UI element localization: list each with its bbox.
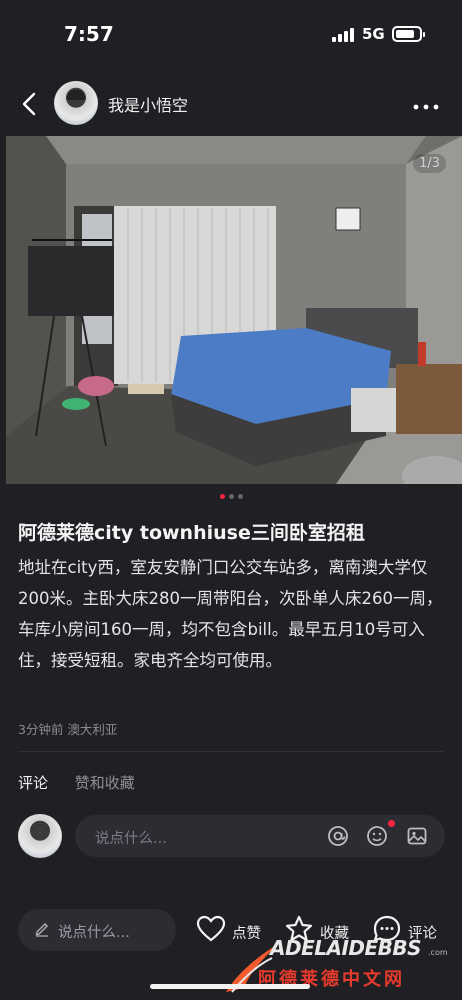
comment-tabs: 评论 赞和收藏 (18, 772, 157, 793)
post-body: 地址在city西，室友安静门口公交车站多，离南澳大学仅200米。主卧大床280一… (18, 558, 443, 670)
tab-comments[interactable]: 评论 (18, 772, 48, 793)
bottom-comment-input[interactable]: 说点什么... (18, 909, 176, 951)
watermark-brand: ADELAIDEBBS (270, 936, 422, 960)
status-time: 7:57 (64, 22, 114, 46)
notification-dot (388, 820, 395, 827)
post-header: 我是小悟空 (0, 78, 462, 130)
emoji-icon[interactable] (366, 825, 388, 847)
chevron-left-icon (22, 92, 36, 116)
cellular-signal-icon (332, 28, 354, 42)
image-counter: 1/3 (413, 154, 446, 173)
home-indicator (150, 984, 310, 989)
bedroom-photo (6, 136, 462, 484)
post-meta: 3分钟前 澳大利亚 (18, 722, 118, 737)
image-icon[interactable] (406, 825, 428, 847)
bottom-input-placeholder: 说点什么... (58, 925, 130, 941)
author-avatar[interactable] (54, 81, 98, 125)
tab-likes-collects[interactable]: 赞和收藏 (75, 772, 135, 793)
pencil-icon (34, 919, 52, 939)
comment-placeholder: 说点什么... (95, 831, 167, 847)
pager-dot-active (219, 494, 225, 499)
divider (18, 751, 444, 752)
more-options-button[interactable] (412, 92, 440, 116)
post-title: 阿德莱德city townhiuse三间卧室招租 (18, 522, 365, 544)
battery-icon (392, 26, 425, 42)
pager-dot (228, 494, 234, 499)
post-image[interactable]: 1/3 (6, 136, 462, 484)
more-dots-icon (413, 104, 439, 110)
watermark-domain: .com (428, 948, 448, 957)
pager-dot (237, 494, 243, 499)
site-watermark: ADELAIDEBBS .com 阿德莱德中文网 (222, 932, 462, 1000)
current-user-avatar (18, 814, 62, 858)
author-name[interactable]: 我是小悟空 (108, 92, 188, 116)
status-bar: 7:57 5G (0, 0, 462, 70)
mention-icon[interactable] (327, 825, 349, 847)
network-type: 5G (362, 25, 385, 43)
image-pager-dots (0, 494, 462, 499)
back-button[interactable] (18, 90, 44, 118)
